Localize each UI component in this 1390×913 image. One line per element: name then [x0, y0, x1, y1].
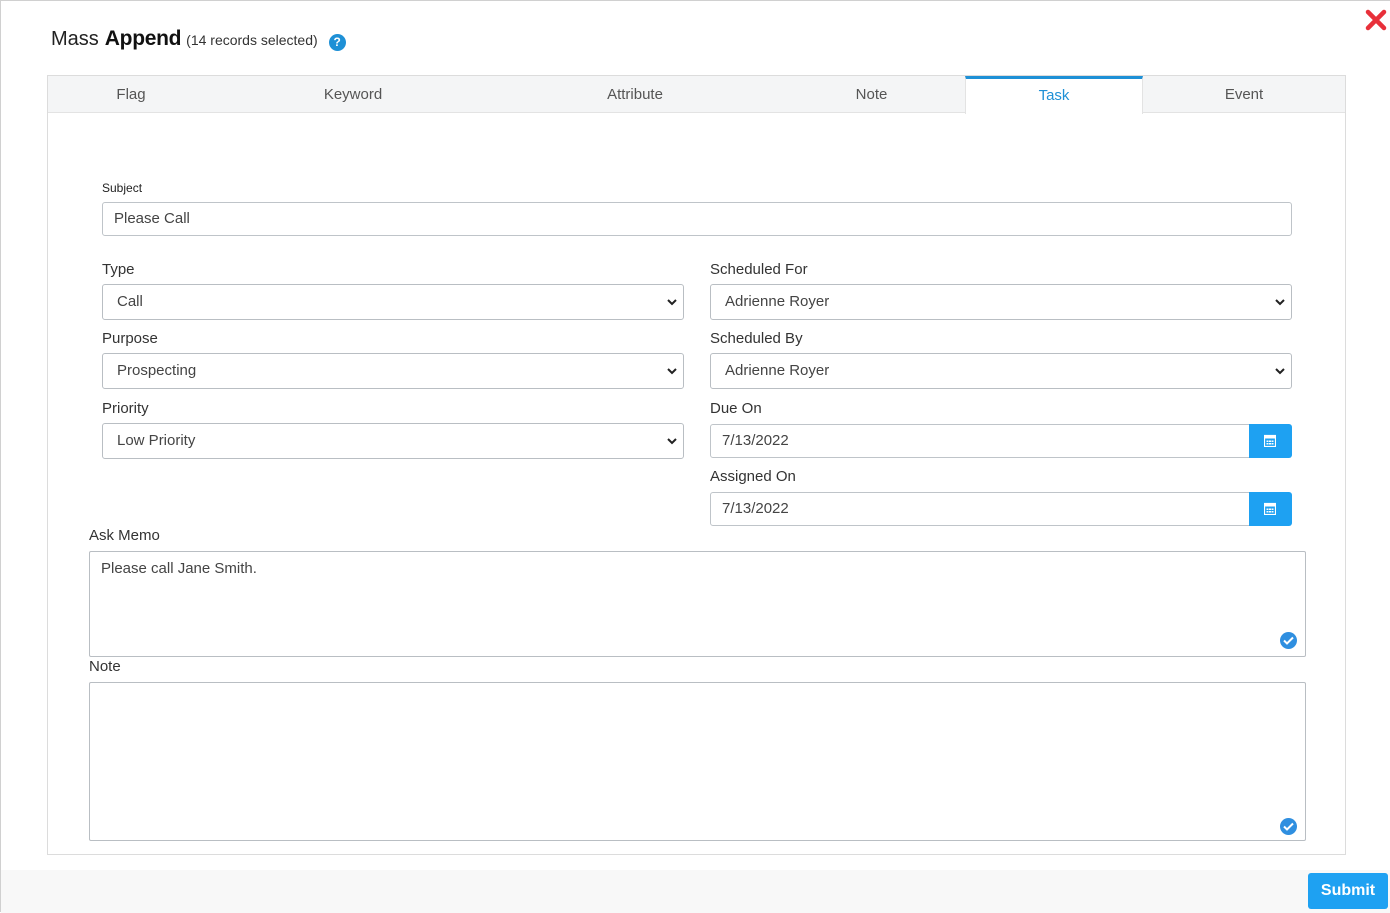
tab-panel: Flag Keyword Attribute Note Task Event S…: [47, 75, 1346, 855]
scheduled-by-select[interactable]: Adrienne Royer: [710, 353, 1292, 389]
ask-memo-textarea[interactable]: Please call Jane Smith.: [89, 551, 1306, 657]
scheduled-by-value: Adrienne Royer: [725, 362, 830, 379]
ask-memo-label: Ask Memo: [89, 527, 160, 544]
purpose-label: Purpose: [102, 330, 158, 347]
chevron-down-icon: [667, 368, 677, 375]
due-on-input[interactable]: 7/13/2022: [710, 424, 1250, 458]
close-icon[interactable]: [1363, 7, 1389, 33]
title-bold: Append: [104, 27, 182, 50]
type-label: Type: [102, 261, 135, 278]
assigned-on-input[interactable]: 7/13/2022: [710, 492, 1250, 526]
tab-flag[interactable]: Flag: [48, 76, 214, 113]
dialog-footer: [1, 870, 1390, 913]
calendar-icon: [1264, 434, 1276, 447]
priority-select[interactable]: Low Priority: [102, 423, 684, 459]
purpose-select-value: Prospecting: [117, 362, 197, 379]
purpose-select[interactable]: Prospecting: [102, 353, 684, 389]
type-select[interactable]: Call: [102, 284, 684, 320]
tab-event[interactable]: Event: [1143, 76, 1345, 113]
chevron-down-icon: [1275, 299, 1285, 306]
note-textarea[interactable]: [89, 682, 1306, 841]
chevron-down-icon: [667, 438, 677, 445]
type-select-value: Call: [117, 293, 143, 310]
scheduled-for-value: Adrienne Royer: [725, 293, 830, 310]
note-label: Note: [89, 658, 121, 675]
scheduled-for-label: Scheduled For: [710, 261, 808, 278]
tab-attribute[interactable]: Attribute: [492, 76, 778, 113]
tab-note[interactable]: Note: [778, 76, 965, 113]
due-on-label: Due On: [710, 400, 762, 417]
records-selected-count: (14 records selected): [186, 32, 318, 48]
priority-select-value: Low Priority: [117, 432, 196, 449]
priority-label: Priority: [102, 400, 149, 417]
title-light: Mass: [51, 28, 99, 50]
spellcheck-icon[interactable]: [1280, 818, 1297, 835]
tab-bar: Flag Keyword Attribute Note Task Event: [48, 76, 1345, 114]
help-icon[interactable]: ?: [328, 34, 346, 51]
tab-task[interactable]: Task: [965, 76, 1143, 114]
calendar-icon: [1264, 502, 1276, 515]
mass-append-dialog: Mass Append (14 records selected) ? Flag…: [0, 0, 1390, 913]
tab-keyword[interactable]: Keyword: [214, 76, 492, 113]
chevron-down-icon: [1275, 368, 1285, 375]
dialog-title: Mass Append (14 records selected) ?: [51, 27, 346, 51]
subject-label: Subject: [102, 181, 143, 195]
subject-input[interactable]: Please Call: [102, 202, 1292, 236]
assigned-on-calendar-button[interactable]: [1249, 492, 1292, 526]
submit-button[interactable]: Submit: [1308, 873, 1388, 909]
assigned-on-label: Assigned On: [710, 468, 796, 485]
scheduled-for-select[interactable]: Adrienne Royer: [710, 284, 1292, 320]
scheduled-by-label: Scheduled By: [710, 330, 803, 347]
due-on-calendar-button[interactable]: [1249, 424, 1292, 458]
chevron-down-icon: [667, 299, 677, 306]
spellcheck-icon[interactable]: [1280, 632, 1297, 649]
